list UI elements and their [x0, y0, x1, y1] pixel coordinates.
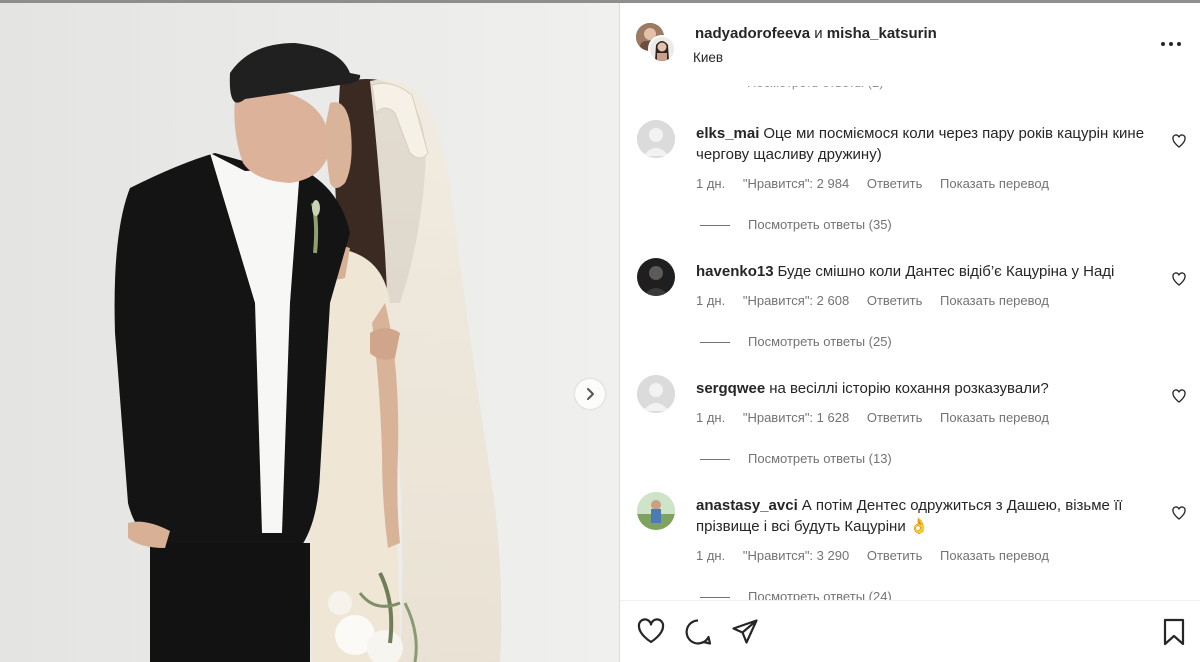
- comment-age: 1 дн.: [696, 410, 726, 425]
- commenter-avatar[interactable]: [637, 375, 675, 413]
- comment-text: на весіллі історію кохання розказували?: [769, 380, 1049, 397]
- bookmark-icon[interactable]: [1162, 618, 1186, 646]
- commenter-avatar[interactable]: [637, 492, 675, 530]
- more-dot: [1169, 42, 1173, 46]
- post-action-bar: [620, 600, 1200, 662]
- more-options-button[interactable]: [1160, 37, 1182, 51]
- comment-meta: 1 дн. "Нравится": 2 608 Ответить Показат…: [696, 293, 1063, 308]
- comment-username[interactable]: anastasy_avci: [696, 497, 798, 514]
- replies-line: [700, 225, 730, 227]
- wedding-photo-illustration: [0, 3, 619, 662]
- view-replies-button[interactable]: Посмотреть ответы (35): [700, 217, 892, 232]
- collab-avatars[interactable]: [636, 23, 678, 65]
- comment-text: Буде смішно коли Дантес відіб’є Кацуріна…: [777, 263, 1115, 280]
- comment-bubble-icon[interactable]: [684, 618, 712, 646]
- comment-likes[interactable]: "Нравится": 2 984: [743, 176, 849, 191]
- author2-avatar: [648, 35, 676, 63]
- comment-body: sergqwee на весіллі історію кохання розка…: [696, 378, 1166, 399]
- view-replies-label: Посмотреть ответы (24): [748, 589, 892, 600]
- comment-body: elks_mai Оце ми посміємося коли через пар…: [696, 123, 1166, 165]
- comment-likes[interactable]: "Нравится": 2 608: [743, 293, 849, 308]
- comment-age: 1 дн.: [696, 176, 726, 191]
- heart-icon[interactable]: [1171, 388, 1187, 404]
- default-avatar-icon: [637, 120, 675, 158]
- view-replies-button[interactable]: Посмотреть ответы (24): [700, 589, 892, 600]
- post-header: nadyadorofeeva и misha_katsurin Киев: [620, 3, 1200, 86]
- replies-line: [700, 597, 730, 599]
- commenter-avatar[interactable]: [637, 120, 675, 158]
- view-replies-label: Посмотреть ответы (13): [748, 451, 892, 466]
- comment-body: anastasy_avci А потім Дентес одружиться з…: [696, 495, 1166, 537]
- comment-meta: 1 дн. "Нравится": 1 628 Ответить Показат…: [696, 410, 1063, 425]
- commenter-avatar[interactable]: [637, 258, 675, 296]
- translate-button[interactable]: Показать перевод: [940, 176, 1049, 191]
- author1-link[interactable]: nadyadorofeeva: [695, 25, 810, 42]
- heart-icon[interactable]: [1171, 133, 1187, 149]
- paper-plane-icon[interactable]: [731, 618, 759, 646]
- heart-icon[interactable]: [1171, 271, 1187, 287]
- authors-connector: и: [814, 25, 823, 42]
- translate-button[interactable]: Показать перевод: [940, 293, 1049, 308]
- post-location[interactable]: Киев: [693, 50, 723, 65]
- post-authors: nadyadorofeeva и misha_katsurin: [695, 25, 937, 42]
- reply-button[interactable]: Ответить: [867, 548, 923, 563]
- comment-age: 1 дн.: [696, 293, 726, 308]
- translate-button[interactable]: Показать перевод: [940, 548, 1049, 563]
- author2-link[interactable]: misha_katsurin: [827, 25, 937, 42]
- replies-line: [700, 342, 730, 344]
- next-photo-button[interactable]: [575, 379, 605, 409]
- more-horizontal-icon: [1161, 42, 1165, 46]
- post-photo[interactable]: [0, 3, 619, 662]
- default-avatar-icon: [637, 375, 675, 413]
- view-replies-button[interactable]: Посмотреть ответы (25): [700, 334, 892, 349]
- comment-meta: 1 дн. "Нравится": 3 290 Ответить Показат…: [696, 548, 1063, 563]
- view-replies-label: Посмотреть ответы (25): [748, 334, 892, 349]
- translate-button[interactable]: Показать перевод: [940, 410, 1049, 425]
- replies-line: [700, 459, 730, 461]
- comment-username[interactable]: havenko13: [696, 263, 774, 280]
- chevron-right-icon: [587, 388, 594, 400]
- view-replies-button[interactable]: Посмотреть ответы (13): [700, 451, 892, 466]
- comment-likes[interactable]: "Нравится": 3 290: [743, 548, 849, 563]
- comment-text: Оце ми посміємося коли через пару років …: [696, 125, 1145, 163]
- reply-button[interactable]: Ответить: [867, 410, 923, 425]
- heart-icon[interactable]: [637, 618, 665, 644]
- comment-meta: 1 дн. "Нравится": 2 984 Ответить Показат…: [696, 176, 1063, 191]
- comment-body: havenko13 Буде смішно коли Дантес відіб’є…: [696, 261, 1166, 282]
- reply-button[interactable]: Ответить: [867, 176, 923, 191]
- reply-button[interactable]: Ответить: [867, 293, 923, 308]
- post-details-panel: nadyadorofeeva и misha_katsurin Киев Пос…: [620, 3, 1200, 662]
- more-dot: [1177, 42, 1181, 46]
- comment-age: 1 дн.: [696, 548, 726, 563]
- comment-username[interactable]: elks_mai: [696, 125, 759, 142]
- comment-username[interactable]: sergqwee: [696, 380, 765, 397]
- view-replies-label: Посмотреть ответы (35): [748, 217, 892, 232]
- comments-list: elks_mai Оце ми посміємося коли через пар…: [620, 86, 1200, 600]
- heart-icon[interactable]: [1171, 505, 1187, 521]
- comment-likes[interactable]: "Нравится": 1 628: [743, 410, 849, 425]
